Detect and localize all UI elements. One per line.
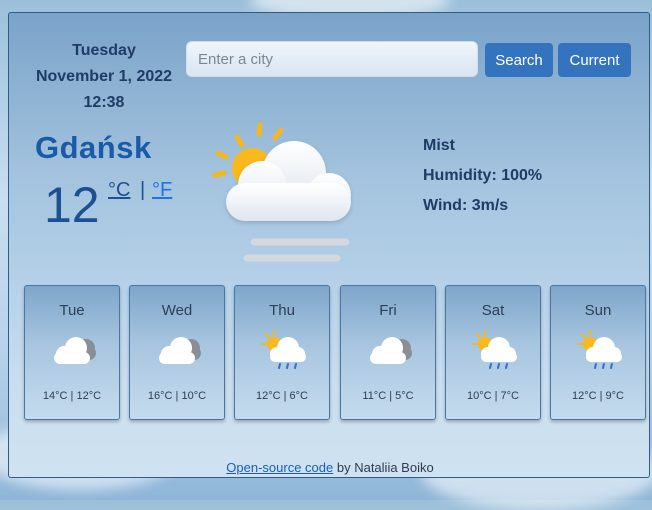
sun-rain-cloud-icon (261, 330, 306, 369)
footer: Open-source code by Nataliia Boiko (9, 460, 651, 475)
forecast-temps: 12°C | 6°C (255, 390, 308, 402)
forecast-temps: 16°C | 10°C (147, 390, 207, 402)
forecast-temps: 14°C | 12°C (42, 390, 102, 402)
forecast-day-name: Wed (161, 302, 193, 319)
cloud-icon (370, 337, 412, 364)
forecast-day-name: Fri (379, 302, 397, 319)
date-time: Tuesday November 1, 2022 12:38 (29, 38, 179, 116)
search-button[interactable]: Search (485, 43, 553, 77)
city-name: Gdańsk (35, 130, 152, 165)
weather-description: Mist (423, 137, 455, 154)
fahrenheit-link[interactable]: °F (152, 179, 172, 202)
current-time: 12:38 (83, 94, 125, 111)
unit-separator: | (140, 179, 146, 201)
sun-rain-cloud-icon (472, 330, 517, 369)
wind-speed: Wind: 3m/s (423, 197, 509, 214)
cloud-icon (54, 337, 96, 364)
current-location-button[interactable]: Current (558, 43, 631, 77)
forecast-temps: 10°C | 7°C (466, 390, 519, 402)
author-credit: by Nataliia Boiko (333, 460, 434, 475)
forecast-day: Wed 16°C | 10°C (129, 285, 225, 420)
forecast-day: Fri 11°C | 5°C (340, 285, 436, 420)
celsius-link[interactable]: °C (108, 179, 130, 202)
weather-details: Mist Humidity: 100% Wind: 3m/s (423, 131, 542, 221)
forecast-day-name: Sun (584, 302, 612, 319)
forecast-day: Thu 12°C | 6°C (234, 285, 330, 420)
sun-cloud-mist-icon (212, 122, 351, 262)
forecast-day-name: Thu (269, 302, 295, 319)
forecast-temps: 11°C | 5°C (362, 390, 414, 402)
forecast-day: Sat 10°C | 7°C (445, 285, 541, 420)
full-date: November 1, 2022 (35, 68, 173, 85)
sun-rain-cloud-icon (577, 330, 622, 369)
weekday: Tuesday (72, 42, 136, 59)
humidity: Humidity: 100% (423, 167, 543, 184)
forecast-temps: 12°C | 9°C (571, 390, 624, 402)
forecast-day: Sun 12°C | 9°C (550, 285, 646, 420)
forecast-day-name: Tue (59, 302, 85, 319)
city-search-input[interactable] (186, 41, 478, 77)
weather-app-card: Tuesday November 1, 2022 12:38 Search Cu… (8, 12, 650, 478)
cloud-icon (159, 337, 201, 364)
source-code-link[interactable]: Open-source code (226, 460, 333, 475)
current-temperature: 12 (44, 177, 100, 233)
forecast-day: Tue 14°C | 12°C (24, 285, 120, 420)
forecast-day-name: Sat (481, 302, 505, 319)
